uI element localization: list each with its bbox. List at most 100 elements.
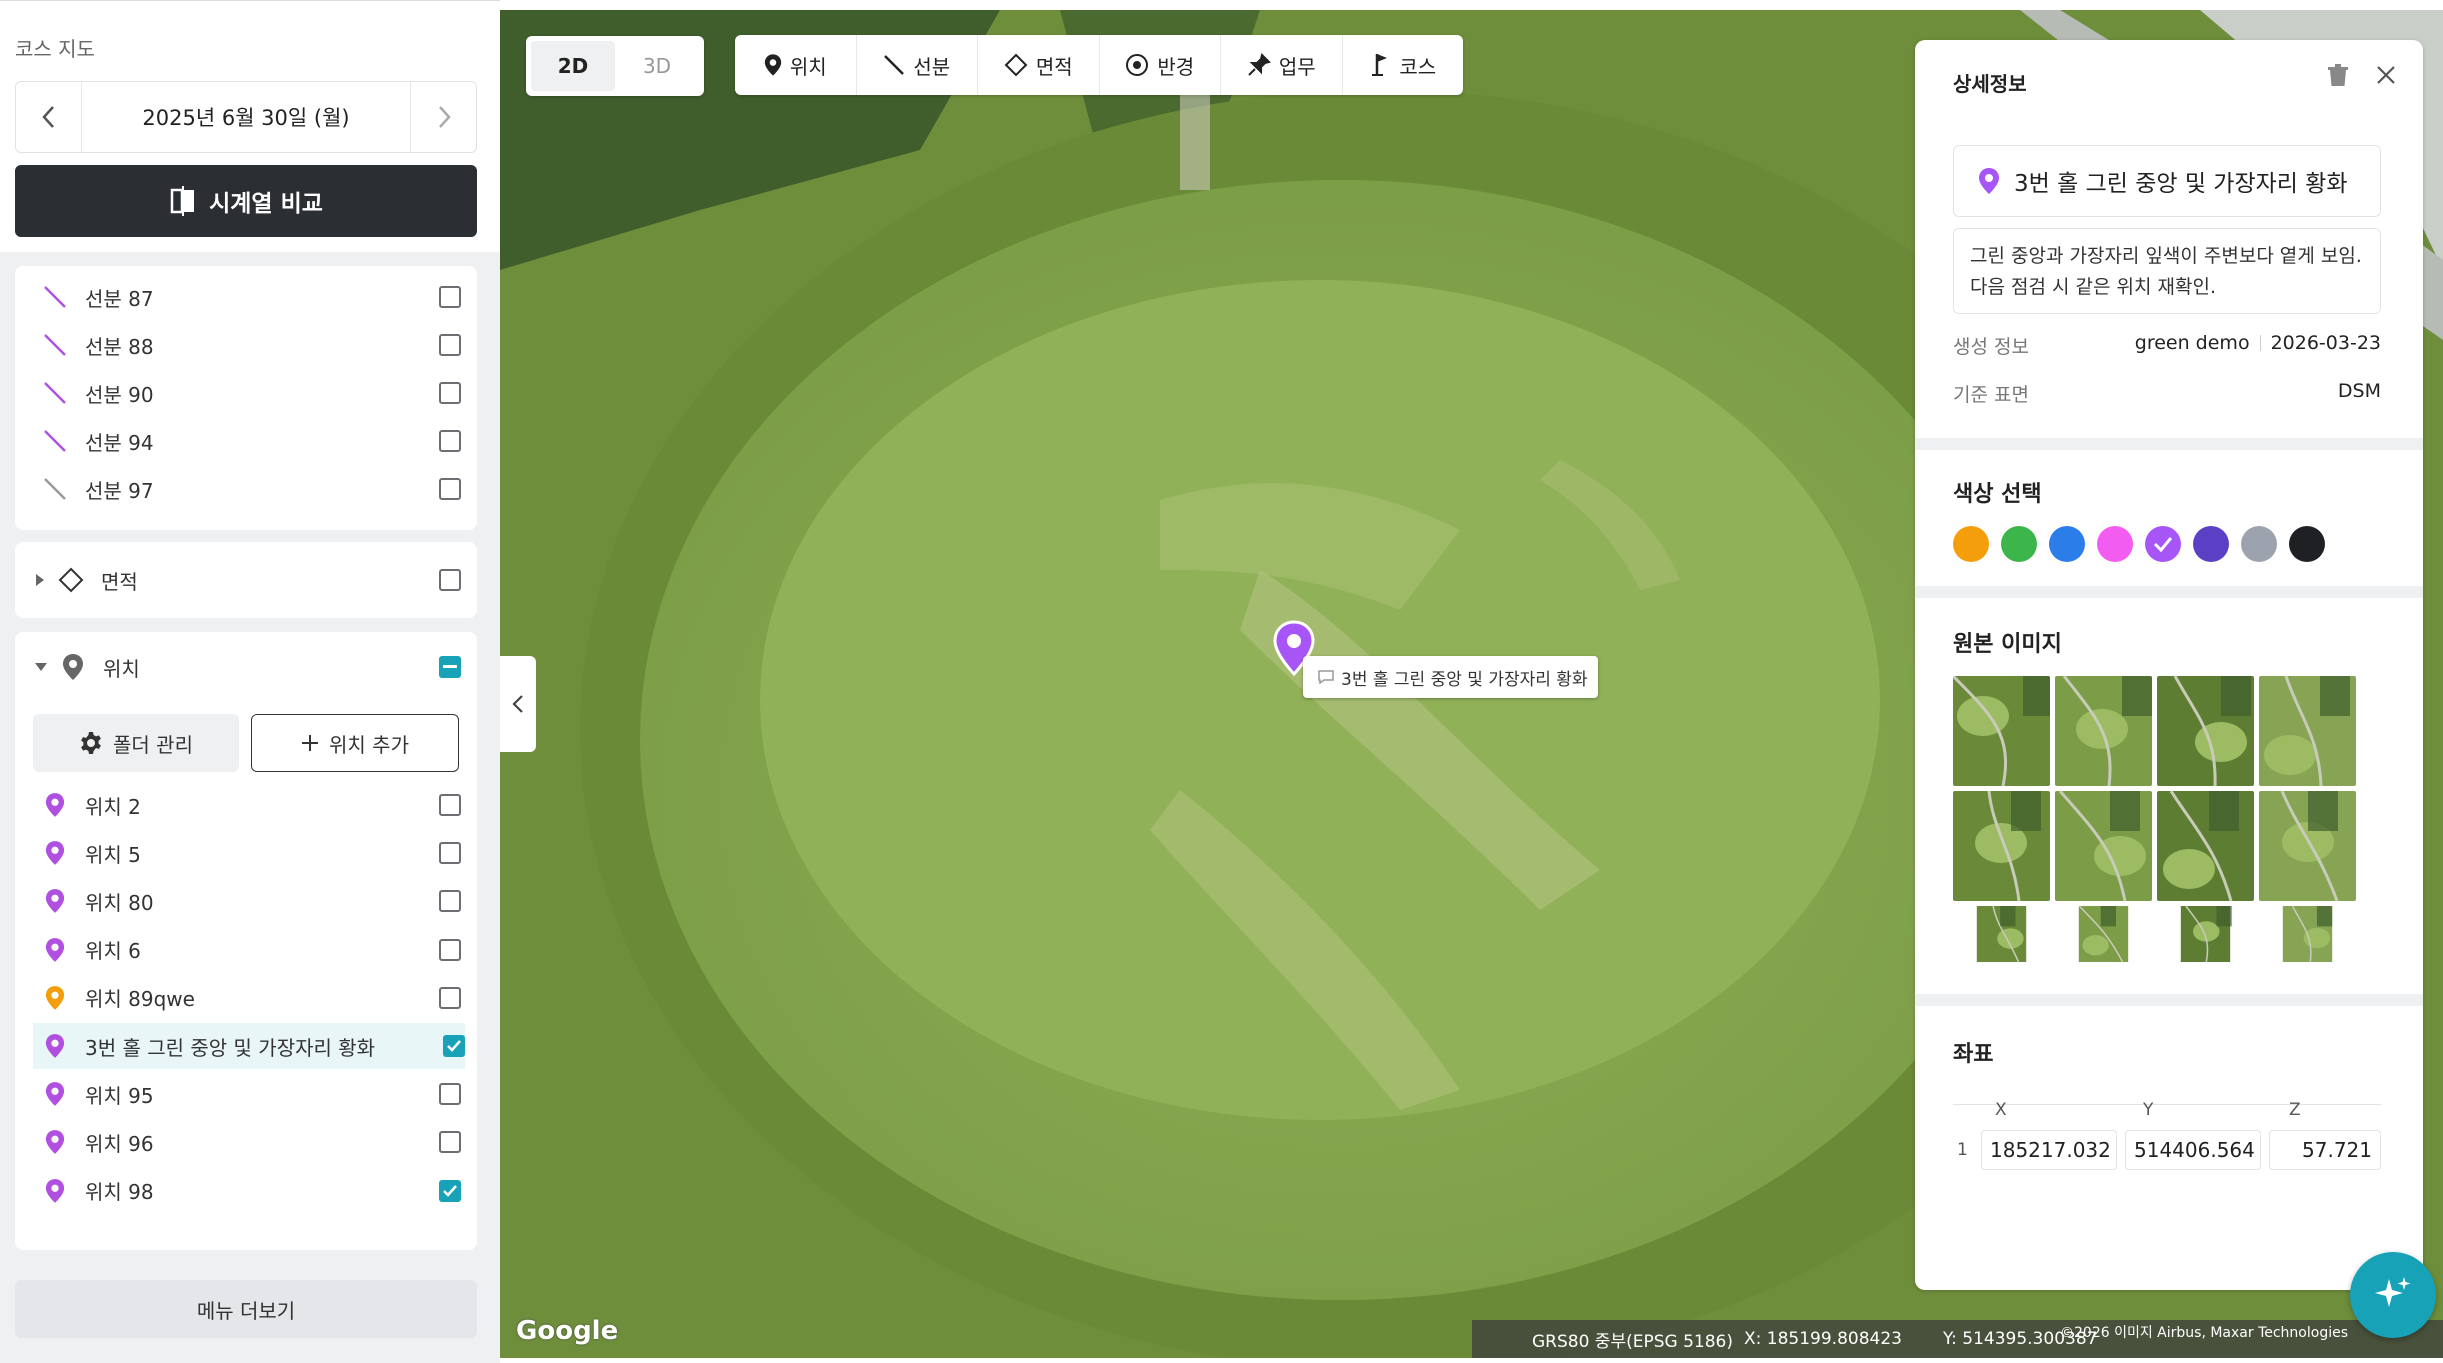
- next-date-button[interactable]: [410, 82, 476, 152]
- view-mode-toggle: 2D 3D: [526, 36, 704, 96]
- list-item-location[interactable]: 3번 홀 그린 중앙 및 가장자리 황화: [33, 1023, 465, 1069]
- marker-label: 3번 홀 그린 중앙 및 가장자리 황화: [1341, 669, 1588, 690]
- checkbox[interactable]: [439, 842, 461, 865]
- color-swatch[interactable]: [2241, 526, 2277, 562]
- source-image-thumbnail[interactable]: [1953, 791, 2050, 901]
- coord-row-index: 1: [1957, 1140, 1968, 1160]
- coord-y-input[interactable]: 514406.564: [2125, 1130, 2261, 1170]
- coord-z-input[interactable]: 57.721: [2269, 1130, 2381, 1170]
- checkbox[interactable]: [439, 986, 461, 1009]
- map-view[interactable]: 2D 3D 위치 선분 면적 반경 업무 코스 3번 홀 그린 중앙 및 가장자…: [500, 10, 2443, 1358]
- more-menu-button[interactable]: 메뉴 더보기: [15, 1280, 477, 1338]
- color-swatch[interactable]: [2289, 526, 2325, 562]
- source-image-thumbnail[interactable]: [2157, 906, 2254, 962]
- source-image-thumbnail[interactable]: [2259, 791, 2356, 901]
- pin-icon: [39, 789, 71, 821]
- checkbox[interactable]: [443, 1035, 465, 1057]
- line-icon: [39, 425, 71, 457]
- location-name-field[interactable]: 3번 홀 그린 중앙 및 가장자리 황화: [1953, 145, 2381, 217]
- cursor-x: X: 185199.808423: [1744, 1329, 1902, 1349]
- checkbox[interactable]: [439, 334, 461, 356]
- color-swatch[interactable]: [2145, 526, 2181, 562]
- segment-label: 선분 94: [85, 430, 154, 455]
- list-item-location[interactable]: 위치 89qwe: [39, 975, 461, 1021]
- list-item-segment[interactable]: 선분 94: [39, 418, 461, 464]
- folder-manage-button[interactable]: 폴더 관리: [33, 714, 239, 772]
- color-swatch[interactable]: [2097, 526, 2133, 562]
- checkbox[interactable]: [439, 1083, 461, 1106]
- location-label: 위치 95: [85, 1083, 154, 1108]
- coord-header-y: Y: [2143, 1100, 2154, 1120]
- coord-x-input[interactable]: 185217.032: [1981, 1130, 2117, 1170]
- checkbox[interactable]: [439, 382, 461, 404]
- source-image-thumbnail[interactable]: [1953, 676, 2050, 786]
- tool-label: 면적: [1035, 54, 1073, 79]
- color-swatch[interactable]: [2049, 526, 2085, 562]
- memo-field[interactable]: 그린 중앙과 가장자리 잎색이 주변보다 옅게 보임. 다음 점검 시 같은 위…: [1953, 228, 2381, 314]
- source-image-thumbnail[interactable]: [2259, 906, 2356, 962]
- tool-task[interactable]: 업무: [1221, 35, 1343, 95]
- checkbox[interactable]: [439, 794, 461, 816]
- line-icon: [39, 281, 71, 313]
- list-item-segment[interactable]: 선분 87: [39, 274, 461, 320]
- timeseries-compare-button[interactable]: 시계열 비교: [15, 165, 477, 237]
- source-image-thumbnail[interactable]: [2055, 676, 2152, 786]
- section-divider: [1915, 994, 2423, 1006]
- pin-icon: [39, 1030, 71, 1062]
- coord-divider: [1953, 1104, 2381, 1105]
- tool-label: 선분: [913, 54, 951, 79]
- list-item-location[interactable]: 위치 80: [39, 878, 461, 924]
- current-date[interactable]: 2025년 6월 30일 (월): [82, 82, 410, 152]
- checkbox[interactable]: [439, 938, 461, 961]
- list-item-location[interactable]: 위치 96: [39, 1119, 461, 1165]
- color-swatch[interactable]: [2001, 526, 2037, 562]
- checkbox[interactable]: [439, 569, 461, 591]
- segment-list-card: 선분 87 선분 88 선분 90 선분 94 선분 97: [15, 266, 477, 530]
- view-2d-button[interactable]: 2D: [531, 41, 615, 91]
- area-icon: [1004, 53, 1028, 77]
- prev-date-button[interactable]: [16, 82, 82, 152]
- add-location-button[interactable]: 위치 추가: [251, 714, 459, 772]
- ai-assistant-button[interactable]: [2350, 1252, 2436, 1338]
- list-item-location[interactable]: 위치 95: [39, 1071, 461, 1117]
- list-item-segment[interactable]: 선분 97: [39, 466, 461, 512]
- list-item-segment[interactable]: 선분 90: [39, 370, 461, 416]
- radius-icon: [1126, 54, 1149, 76]
- color-swatch[interactable]: [2193, 526, 2229, 562]
- checkbox[interactable]: [439, 478, 461, 500]
- close-icon[interactable]: [2375, 64, 2397, 86]
- source-image-thumbnail[interactable]: [2157, 676, 2254, 786]
- list-item-location[interactable]: 위치 2: [39, 782, 461, 828]
- source-image-thumbnail[interactable]: [1953, 906, 2050, 962]
- source-image-thumbnail[interactable]: [2157, 791, 2254, 901]
- tool-area[interactable]: 면적: [978, 35, 1100, 95]
- checkbox[interactable]: [439, 1179, 461, 1202]
- checkbox[interactable]: [439, 286, 461, 308]
- tool-location[interactable]: 위치: [735, 35, 857, 95]
- list-item-location[interactable]: 위치 5: [39, 830, 461, 876]
- location-label: 위치 6: [85, 939, 141, 964]
- surface-label: 기준 표면: [1953, 384, 2029, 406]
- source-image-thumbnail[interactable]: [2259, 676, 2356, 786]
- chevron-left-icon: [512, 695, 523, 713]
- color-swatch[interactable]: [1953, 526, 1989, 562]
- checkbox[interactable]: [439, 890, 461, 913]
- view-3d-button[interactable]: 3D: [615, 41, 699, 91]
- checkbox[interactable]: [439, 430, 461, 452]
- list-item-location[interactable]: 위치 6: [39, 927, 461, 973]
- source-image-thumbnail[interactable]: [2055, 791, 2152, 901]
- tool-segment[interactable]: 선분: [857, 35, 978, 95]
- list-item-segment[interactable]: 선분 88: [39, 322, 461, 368]
- source-image-thumbnail[interactable]: [2055, 906, 2152, 962]
- location-section-header[interactable]: 위치: [33, 644, 461, 690]
- tool-radius[interactable]: 반경: [1100, 35, 1221, 95]
- list-item-location[interactable]: 위치 98: [39, 1168, 461, 1214]
- area-section-header[interactable]: 면적: [33, 557, 461, 603]
- checkbox[interactable]: [439, 1131, 461, 1154]
- partial-checkbox[interactable]: [439, 656, 461, 678]
- tool-course[interactable]: 코스: [1343, 35, 1464, 95]
- detail-title: 상세정보: [1953, 72, 2027, 96]
- trash-icon[interactable]: [2327, 64, 2349, 88]
- surface-row: 기준 표면 DSM: [1953, 380, 2381, 410]
- collapse-sidebar-button[interactable]: [500, 656, 536, 752]
